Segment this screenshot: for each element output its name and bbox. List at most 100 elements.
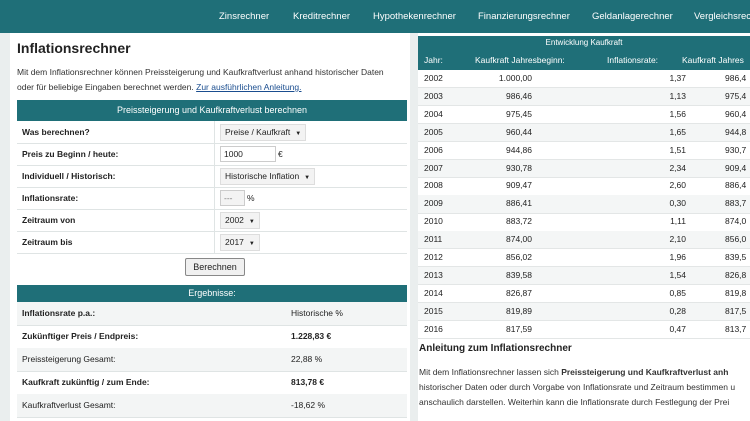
table-row: 2002 1.000,00 1,37 986,4 (418, 70, 750, 89)
nav-geldanlagerechner[interactable]: Geldanlagerechner (592, 0, 673, 33)
table-cell: 975,45 (506, 108, 532, 119)
table-cell: 2016 (424, 323, 443, 334)
table-cell: 1,11 (670, 216, 686, 227)
table-cell: 2,34 (669, 162, 686, 173)
result-value: Historische % (291, 308, 343, 318)
table-cell: 909,4 (725, 162, 747, 173)
was-berechnen-label: Was berechnen? (22, 127, 90, 137)
anleitung-title: Anleitung zum Inflationsrechner (419, 343, 572, 354)
table-cell: 975,4 (725, 90, 747, 101)
result-label: Preissteigerung Gesamt: (22, 354, 116, 364)
preis-unit: € (278, 149, 283, 159)
table-cell: 2006 (424, 144, 443, 155)
row-zeitraum-von: Zeitraum von 2002 ▼ (17, 209, 407, 232)
kaufkraft-table-panel: Entwicklung Kaufkraft Jahr: Kaufkraft Ja… (418, 33, 750, 421)
table-title: Entwicklung Kaufkraft (418, 36, 750, 50)
result-label: Kaufkraftverlust Gesamt: (22, 400, 116, 410)
table-cell: 1.000,00 (498, 73, 532, 83)
table-cell: 1,13 (669, 90, 686, 101)
table-cell: 0,47 (669, 323, 686, 334)
table-cell: 986,46 (506, 90, 532, 101)
col-kaufkraft-ende: Kaufkraft Jahres (682, 55, 744, 65)
inflationsrate-label: Inflationsrate: (22, 193, 79, 203)
table-cell: 2003 (424, 90, 443, 101)
table-row: 2005 960,44 1,65 944,8 (418, 123, 750, 143)
table-cell: 2011 (424, 234, 443, 245)
table-cell: 819,89 (506, 305, 532, 316)
preis-label: Preis zu Beginn / heute: (22, 149, 119, 159)
table-cell: 819,8 (725, 287, 747, 298)
nav-zinsrechner[interactable]: Zinsrechner (219, 0, 269, 33)
table-row: 2011 874,00 2,10 856,0 (418, 231, 750, 250)
table-cell: 1,96 (669, 252, 686, 262)
zeitraum-bis-select[interactable]: 2017 ▼ (220, 234, 260, 251)
table-cell: 883,7 (725, 198, 747, 209)
table-cell: 0,28 (669, 305, 686, 316)
table-row: 2016 817,59 0,47 813,7 (418, 321, 750, 339)
result-value: -18,62 % (291, 400, 326, 410)
page-title: Inflationsrechner (17, 40, 131, 56)
table-cell: 2004 (424, 108, 443, 119)
table-cell: 839,5 (725, 252, 747, 262)
modus-select[interactable]: Historische Inflation ▼ (220, 168, 316, 185)
zeitraum-von-label: Zeitraum von (22, 215, 76, 225)
table-row: 2006 944,86 1,51 930,7 (418, 142, 750, 160)
table-cell: 1,65 (669, 126, 686, 137)
table-cell: 886,4 (725, 180, 747, 191)
table-row: 2013 839,58 1,54 826,8 (418, 266, 750, 286)
intro-line-1: Mit dem Inflationsrechner können Preisst… (17, 67, 384, 77)
table-cell: 883,72 (506, 216, 532, 227)
table-row: 2012 856,02 1,96 839,5 (418, 249, 750, 268)
modus-label: Individuell / Historisch: (22, 171, 116, 181)
table-header-row: Jahr: Kaufkraft Jahresbeginn: Inflations… (418, 50, 750, 70)
col-jahr: Jahr: (424, 55, 443, 65)
chevron-down-icon: ▼ (304, 175, 311, 181)
table-row: 2004 975,45 1,56 960,4 (418, 106, 750, 125)
nav-kreditrechner[interactable]: Kreditrechner (293, 0, 350, 33)
anleitung-text: Mit dem Inflationsrechner lassen sich Pr… (419, 365, 750, 410)
table-cell: 2005 (424, 126, 443, 137)
calculator-panel: Inflationsrechner Mit dem Inflationsrech… (10, 33, 410, 421)
table-row: 2014 826,87 0,85 819,8 (418, 285, 750, 304)
result-row: Kaufkraftverlust Gesamt: -18,62 % (17, 394, 407, 418)
zeitraum-von-select[interactable]: 2002 ▼ (220, 212, 260, 229)
anleitung-line-1: Mit dem Inflationsrechner lassen sich (419, 367, 562, 377)
table-cell: 856,0 (725, 234, 747, 245)
form-header: Preissteigerung und Kaufkraftverlust ber… (17, 100, 407, 121)
table-cell: 874,0 (725, 216, 747, 227)
table-row: 2015 819,89 0,28 817,5 (418, 302, 750, 322)
table-cell: 817,59 (506, 323, 532, 334)
berechnen-button[interactable]: Berechnen (185, 258, 245, 276)
table-row: 2007 930,78 2,34 909,4 (418, 159, 750, 178)
nav-finanzierungsrechner[interactable]: Finanzierungsrechner (478, 0, 570, 33)
was-berechnen-select[interactable]: Preise / Kaufkraft ▼ (220, 124, 307, 141)
table-cell: 886,41 (506, 198, 532, 209)
preis-input[interactable]: 1000 (220, 146, 276, 162)
table-cell: 960,44 (506, 126, 532, 137)
table-cell: 2012 (424, 252, 443, 262)
table-cell: 0,85 (669, 287, 686, 298)
anleitung-line-2: historischer Daten oder durch Vorgabe vo… (419, 382, 736, 392)
nav-vergleichsrechner[interactable]: Vergleichsrechner (694, 0, 750, 33)
result-row: Kaufkraft zukünftig / zum Ende: 813,78 € (17, 371, 407, 395)
result-row: Preissteigerung Gesamt: 22,88 % (17, 348, 407, 372)
table-cell: 930,78 (506, 162, 532, 173)
table-cell: 2008 (424, 180, 443, 191)
table-cell: 826,87 (506, 287, 532, 298)
table-cell: 1,56 (669, 108, 686, 119)
table-cell: 839,58 (506, 269, 532, 280)
results-header: Ergebnisse: (17, 285, 407, 302)
guide-link[interactable]: Zur ausführlichen Anleitung. (196, 82, 301, 92)
result-value: 813,78 € (291, 377, 325, 387)
table-row: 2003 986,46 1,13 975,4 (418, 87, 750, 107)
table-cell: 2010 (424, 216, 443, 227)
zeitraum-bis-value: 2017 (225, 237, 244, 247)
table-cell: 2,60 (669, 180, 686, 191)
table-cell: 874,00 (506, 234, 532, 245)
table-cell: 960,4 (725, 108, 747, 119)
nav-hypothekenrechner[interactable]: Hypothekenrechner (373, 0, 456, 33)
table-cell: 1,51 (669, 144, 686, 155)
table-cell: 2,10 (669, 234, 686, 245)
chevron-down-icon: ▼ (295, 131, 302, 137)
inflationsrate-input[interactable]: --- (220, 190, 245, 206)
